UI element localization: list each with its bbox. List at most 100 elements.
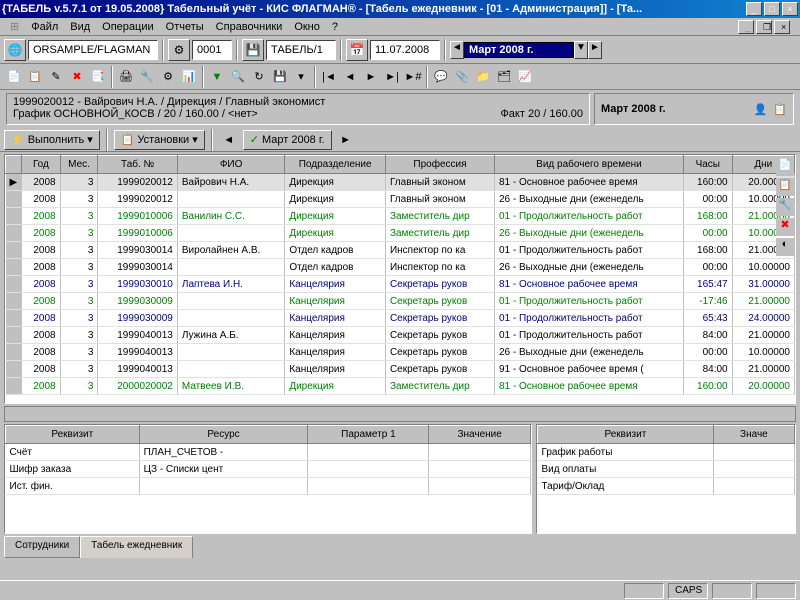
tool4-icon[interactable]: ⚙ bbox=[158, 67, 178, 87]
menu-operations[interactable]: Операции bbox=[96, 21, 159, 33]
bottom-grid-right[interactable]: РеквизитЗначеГрафик работыВид оплатыТари… bbox=[536, 424, 796, 534]
info-line1: 1999020012 - Вайрович Н.А. / Дирекция / … bbox=[13, 96, 583, 108]
tabel-icon[interactable]: 💾 bbox=[242, 39, 264, 61]
filter-icon[interactable]: ▼ bbox=[207, 67, 227, 87]
nav-next-icon[interactable]: ► bbox=[361, 67, 381, 87]
side-panel: 📄 📋 🔧 ✖ ◐ bbox=[776, 158, 796, 256]
col-header[interactable]: ФИО bbox=[177, 156, 284, 174]
system-menu-icon[interactable]: ⊞ bbox=[4, 20, 25, 33]
mdi-restore[interactable]: ❐ bbox=[756, 20, 772, 34]
table-row[interactable]: ▶200831999020012Вайрович Н.А.ДирекцияГла… bbox=[6, 174, 795, 191]
maximize-button[interactable]: □ bbox=[764, 2, 780, 16]
table-row[interactable]: 200831999010006ДирекцияЗаместитель дир26… bbox=[6, 225, 795, 242]
col-header[interactable]: Таб. № bbox=[98, 156, 177, 174]
nav-first-icon[interactable]: |◄ bbox=[319, 67, 339, 87]
search-icon[interactable]: 🔍 bbox=[228, 67, 248, 87]
side-copy-icon[interactable]: 📋 bbox=[776, 178, 794, 196]
table-row[interactable]: Вид оплаты bbox=[538, 461, 795, 478]
menu-file[interactable]: Файл bbox=[25, 21, 64, 33]
info-icon2[interactable]: 📋 bbox=[773, 103, 787, 116]
execute-button[interactable]: ⚡Выполнить▾ bbox=[4, 130, 100, 150]
date-field[interactable]: 11.07.2008 bbox=[370, 40, 440, 60]
side-tool-icon[interactable]: 🔧 bbox=[776, 198, 794, 216]
save-icon[interactable]: 💾 bbox=[270, 67, 290, 87]
table-row[interactable]: 200831999030014Отдел кадровИнспектор по … bbox=[6, 259, 795, 276]
misc2-icon[interactable]: 📎 bbox=[452, 67, 472, 87]
menu-help[interactable]: ? bbox=[326, 21, 344, 33]
refresh-icon[interactable]: ↻ bbox=[249, 67, 269, 87]
main-grid[interactable]: ГодМес.Таб. №ФИОПодразделениеПрофессияВи… bbox=[4, 154, 796, 404]
table-row[interactable]: 200831999030010Лаптева И.Н.КанцелярияСек… bbox=[6, 276, 795, 293]
nav-prev-icon[interactable]: ◄ bbox=[340, 67, 360, 87]
db-icon[interactable]: 🌐 bbox=[4, 39, 26, 61]
table-row[interactable]: 200831999040013КанцелярияСекретарь руков… bbox=[6, 361, 795, 378]
table-row[interactable]: 200831999030009КанцелярияСекретарь руков… bbox=[6, 310, 795, 327]
misc5-icon[interactable]: 📈 bbox=[515, 67, 535, 87]
table-row[interactable]: Шифр заказаЦЗ - Списки цент bbox=[6, 461, 531, 478]
tool1-icon[interactable]: 📑 bbox=[88, 67, 108, 87]
org-icon[interactable]: ⚙ bbox=[168, 39, 190, 61]
menu-refs[interactable]: Справочники bbox=[210, 21, 289, 33]
org-field[interactable]: 0001 bbox=[192, 40, 232, 60]
minimize-button[interactable]: _ bbox=[746, 2, 762, 16]
copy-icon[interactable]: 📋 bbox=[25, 67, 45, 87]
tool2-icon[interactable]: 🖨 bbox=[116, 67, 136, 87]
employee-info: 1999020012 - Вайрович Н.А. / Дирекция / … bbox=[6, 93, 590, 125]
side-misc-icon[interactable]: ◐ bbox=[776, 238, 794, 256]
db-field[interactable]: ORSAMPLE/FLAGMAN bbox=[28, 40, 158, 60]
misc1-icon[interactable]: 💬 bbox=[431, 67, 451, 87]
table-row[interactable]: 200831999040013КанцелярияСекретарь руков… bbox=[6, 344, 795, 361]
tool3-icon[interactable]: 🔧 bbox=[137, 67, 157, 87]
period-prev2[interactable]: ◄ bbox=[219, 130, 239, 150]
delete-icon[interactable]: ✖ bbox=[67, 67, 87, 87]
period-next[interactable]: ► bbox=[588, 41, 602, 59]
mdi-minimize[interactable]: _ bbox=[738, 20, 754, 34]
info-icon1[interactable]: 👤 bbox=[754, 103, 768, 116]
tabel-field[interactable]: ТАБЕЛЬ/1 bbox=[266, 40, 336, 60]
period-dropdown[interactable]: ▼ bbox=[574, 41, 588, 59]
table-row[interactable]: Тариф/Оклад bbox=[538, 478, 795, 495]
nav-goto-icon[interactable]: ►# bbox=[403, 67, 423, 87]
table-row[interactable]: Ист. фин. bbox=[6, 478, 531, 495]
tab-employees[interactable]: Сотрудники bbox=[4, 536, 80, 558]
period-value[interactable]: Март 2008 г. bbox=[464, 42, 574, 58]
period-next2[interactable]: ► bbox=[336, 130, 356, 150]
menu-view[interactable]: Вид bbox=[64, 21, 96, 33]
table-row[interactable]: 200831999010006Ванилин С.С.ДирекцияЗамес… bbox=[6, 208, 795, 225]
col-header[interactable]: Часы bbox=[683, 156, 732, 174]
menu-window[interactable]: Окно bbox=[288, 21, 326, 33]
tool5-icon[interactable]: 📊 bbox=[179, 67, 199, 87]
main-toolbar: 📄 📋 ✎ ✖ 📑 🖨 🔧 ⚙ 📊 ▼ 🔍 ↻ 💾 ▾ |◄ ◄ ► ►| ►#… bbox=[0, 64, 800, 90]
table-row[interactable]: 200831999040013Лужина А.Б.КанцелярияСекр… bbox=[6, 327, 795, 344]
status-3 bbox=[712, 583, 752, 599]
table-row[interactable]: График работы bbox=[538, 444, 795, 461]
side-new-icon[interactable]: 📄 bbox=[776, 158, 794, 176]
table-row[interactable]: 200832000020002Матвеев И.В.ДирекцияЗамес… bbox=[6, 378, 795, 395]
side-delete-icon[interactable]: ✖ bbox=[776, 218, 794, 236]
menu-reports[interactable]: Отчеты bbox=[160, 21, 210, 33]
nav-last-icon[interactable]: ►| bbox=[382, 67, 402, 87]
mdi-close[interactable]: × bbox=[774, 20, 790, 34]
date-icon[interactable]: 📅 bbox=[346, 39, 368, 61]
close-button[interactable]: × bbox=[782, 2, 798, 16]
new-icon[interactable]: 📄 bbox=[4, 67, 24, 87]
grid-scrollbar[interactable] bbox=[4, 406, 796, 422]
misc4-icon[interactable]: 🗂 bbox=[494, 67, 514, 87]
col-header[interactable]: Вид рабочего времени bbox=[494, 156, 683, 174]
setup-button[interactable]: 📋Установки▾ bbox=[114, 130, 205, 150]
bottom-grid-left[interactable]: РеквизитРесурсПараметр 1ЗначениеСчётПЛАН… bbox=[4, 424, 532, 534]
period-button[interactable]: ✓Март 2008 г. bbox=[243, 130, 332, 150]
tab-daily[interactable]: Табель ежедневник bbox=[80, 536, 193, 558]
table-row[interactable]: 200831999030009КанцелярияСекретарь руков… bbox=[6, 293, 795, 310]
table-row[interactable]: СчётПЛАН_СЧЕТОВ - bbox=[6, 444, 531, 461]
col-header[interactable]: Подразделение bbox=[285, 156, 386, 174]
col-header[interactable]: Мес. bbox=[60, 156, 98, 174]
misc3-icon[interactable]: 📁 bbox=[473, 67, 493, 87]
period-prev[interactable]: ◄ bbox=[450, 41, 464, 59]
col-header[interactable]: Год bbox=[22, 156, 60, 174]
table-row[interactable]: 200831999020012ДирекцияГлавный эконом26 … bbox=[6, 191, 795, 208]
edit-icon[interactable]: ✎ bbox=[46, 67, 66, 87]
table-row[interactable]: 200831999030014Виролайнен А.В.Отдел кадр… bbox=[6, 242, 795, 259]
col-header[interactable]: Профессия bbox=[385, 156, 494, 174]
dropdown-icon[interactable]: ▾ bbox=[291, 67, 311, 87]
